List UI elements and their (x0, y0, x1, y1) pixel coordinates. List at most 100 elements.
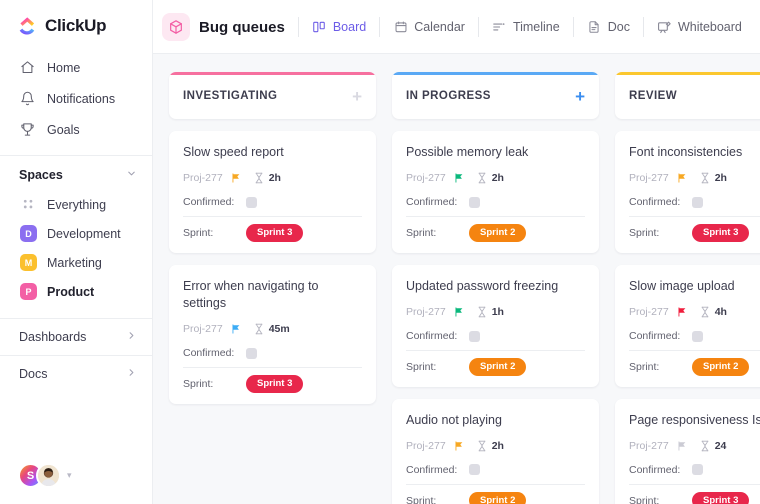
task-card[interactable]: Page responsiveness Issues Proj-277 24 (615, 398, 760, 504)
chevron-down-icon[interactable] (126, 168, 137, 182)
add-task-button[interactable]: + (352, 88, 362, 105)
spaces-header[interactable]: Spaces (0, 156, 152, 190)
chevron-down-icon[interactable]: ▾ (67, 470, 72, 481)
chevron-right-icon[interactable] (126, 330, 137, 344)
task-field-confirmed: Confirmed: (406, 461, 585, 479)
confirmed-checkbox[interactable] (469, 196, 480, 208)
sidebar-item-docs[interactable]: Docs (0, 355, 152, 392)
avatar-user[interactable] (36, 463, 61, 488)
sidebar-item-marketing[interactable]: M Marketing (0, 248, 152, 277)
brand-logo[interactable]: ClickUp (0, 0, 152, 50)
timeline-icon (492, 20, 507, 35)
sprint-badge[interactable]: Sprint 2 (469, 358, 527, 376)
priority-flag-icon[interactable] (676, 172, 688, 184)
task-project-id: Proj-277 (629, 172, 669, 185)
nav-label-goals: Goals (47, 122, 80, 137)
confirmed-checkbox[interactable] (246, 196, 257, 208)
task-field-sprint: Sprint: Sprint 2 (406, 485, 585, 504)
tab-calendar[interactable]: Calendar (380, 0, 478, 54)
sidebar: ClickUp Home Notifications Goals Spaces … (0, 0, 153, 504)
column-header-review[interactable]: REVIEW (615, 72, 760, 119)
task-meta: Proj-277 45m (183, 323, 362, 335)
sprint-badge[interactable]: Sprint 2 (469, 491, 527, 504)
task-project-id: Proj-277 (629, 306, 669, 318)
task-card[interactable]: Font inconsistencies Proj-277 2h Confirm… (615, 131, 760, 253)
spaces-title: Spaces (19, 168, 63, 182)
space-badge-product: P (20, 283, 37, 300)
priority-flag-icon[interactable] (676, 440, 688, 452)
confirmed-checkbox[interactable] (469, 330, 480, 342)
hourglass-icon (477, 172, 488, 184)
priority-flag-icon[interactable] (230, 323, 242, 335)
priority-flag-icon[interactable] (453, 172, 465, 184)
clickup-logo-icon (18, 16, 38, 36)
hourglass-icon (700, 440, 711, 452)
sprint-badge[interactable]: Sprint 3 (692, 224, 750, 242)
tab-doc[interactable]: Doc (574, 0, 643, 54)
task-card[interactable]: Updated password freezing Proj-277 1h Co… (392, 264, 599, 387)
confirmed-checkbox[interactable] (692, 330, 703, 342)
task-card[interactable]: Slow speed report Proj-277 2h Confirmed:… (169, 131, 376, 253)
tab-label-whiteboard: Whiteboard (677, 20, 742, 34)
task-duration: 2h (700, 172, 727, 184)
sprint-badge[interactable]: Sprint 3 (246, 224, 304, 242)
task-card[interactable]: Slow image upload Proj-277 4h Confirmed:… (615, 264, 760, 387)
task-field-sprint: Sprint: Sprint 3 (629, 217, 760, 242)
tab-timeline[interactable]: Timeline (479, 0, 573, 54)
priority-flag-icon[interactable] (230, 172, 242, 184)
task-card[interactable]: Audio not playing Proj-277 2h Confirmed:… (392, 398, 599, 504)
task-field-confirmed: Confirmed: (183, 193, 362, 211)
trophy-icon (19, 121, 36, 138)
task-meta: Proj-277 2h (406, 440, 585, 452)
task-card[interactable]: Error when navigating to settings Proj-2… (169, 264, 376, 404)
space-label-everything: Everything (47, 197, 107, 212)
sidebar-item-product[interactable]: P Product (0, 277, 152, 306)
sprint-badge[interactable]: Sprint 3 (246, 375, 304, 393)
task-field-confirmed: Confirmed: (629, 461, 760, 479)
task-project-id: Proj-277 (183, 172, 223, 185)
field-label-sprint: Sprint: (406, 227, 437, 239)
priority-flag-icon[interactable] (453, 440, 465, 452)
board-column-investigating: INVESTIGATING + Slow speed report Proj-2… (169, 72, 376, 404)
task-card[interactable]: Possible memory leak Proj-277 2h Confirm… (392, 131, 599, 253)
cube-icon (162, 13, 190, 41)
priority-flag-icon[interactable] (453, 306, 465, 318)
column-header-in-progress[interactable]: IN PROGRESS + (392, 72, 599, 119)
nav-item-home[interactable]: Home (0, 52, 152, 83)
home-icon (19, 59, 36, 76)
confirmed-checkbox[interactable] (469, 464, 480, 476)
confirmed-checkbox[interactable] (692, 196, 703, 208)
add-task-button[interactable]: + (575, 88, 585, 105)
tab-whiteboard[interactable]: Whiteboard (644, 0, 755, 54)
field-label-confirmed: Confirmed: (629, 330, 681, 342)
space-label-marketing: Marketing (47, 255, 102, 270)
field-label-confirmed: Confirmed: (629, 463, 681, 476)
sidebar-item-dashboards[interactable]: Dashboards (0, 318, 152, 355)
confirmed-checkbox[interactable] (692, 464, 703, 476)
sidebar-item-development[interactable]: D Development (0, 219, 152, 248)
field-label-confirmed: Confirmed: (629, 196, 681, 209)
column-header-investigating[interactable]: INVESTIGATING + (169, 72, 376, 119)
field-label-confirmed: Confirmed: (183, 347, 235, 360)
priority-flag-icon[interactable] (676, 306, 688, 318)
primary-nav: Home Notifications Goals (0, 50, 152, 145)
sprint-badge[interactable]: Sprint 3 (692, 491, 750, 504)
field-label-sprint: Sprint: (406, 494, 437, 504)
nav-label-notifications: Notifications (47, 91, 116, 106)
task-field-confirmed: Confirmed: (406, 193, 585, 211)
sidebar-label-dashboards: Dashboards (19, 330, 87, 344)
space-badge-development: D (20, 225, 37, 242)
hourglass-icon (700, 172, 711, 184)
view-title-group[interactable]: Bug queues (162, 13, 298, 41)
nav-item-notifications[interactable]: Notifications (0, 83, 152, 114)
sprint-badge[interactable]: Sprint 2 (469, 224, 527, 242)
chevron-right-icon[interactable] (126, 367, 137, 381)
task-field-confirmed: Confirmed: (406, 327, 585, 345)
confirmed-checkbox[interactable] (246, 347, 257, 359)
sprint-badge[interactable]: Sprint 2 (692, 358, 750, 376)
board-column-in-progress: IN PROGRESS + Possible memory leak Proj-… (392, 72, 599, 504)
task-meta: Proj-277 1h (406, 306, 585, 318)
tab-board[interactable]: Board (299, 0, 379, 54)
nav-item-goals[interactable]: Goals (0, 114, 152, 145)
sidebar-item-everything[interactable]: Everything (0, 190, 152, 219)
